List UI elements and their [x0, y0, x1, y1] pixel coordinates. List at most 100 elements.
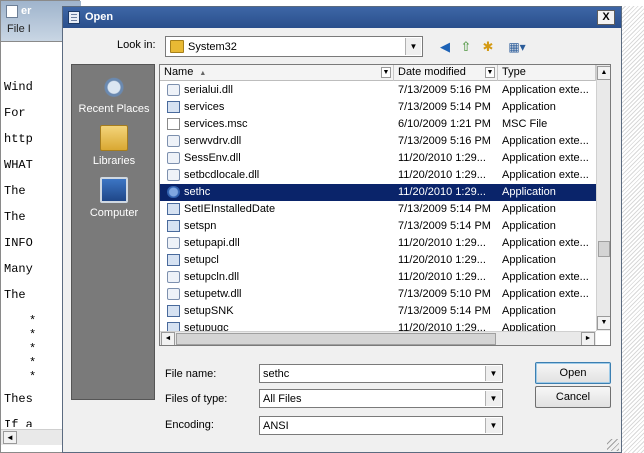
file-type: Application exte... [502, 288, 589, 300]
file-name: setupapi.dll [184, 237, 240, 249]
application-icon [167, 305, 180, 317]
file-row[interactable]: SetIEInstalledDate 7/13/2009 5:14 PM Appli… [160, 201, 596, 218]
file-row[interactable]: services.msc 6/10/2009 1:21 PM MSC File [160, 116, 596, 133]
place-libraries[interactable]: Libraries [72, 123, 156, 173]
text-line: Thes [4, 392, 33, 406]
application-icon [167, 203, 180, 215]
dll-file-icon [167, 237, 180, 249]
file-date-modified: 7/13/2009 5:16 PM [398, 84, 491, 96]
look-in-value: System32 [188, 41, 237, 53]
file-name: setupcln.dll [184, 271, 240, 283]
file-row[interactable]: serialui.dll 7/13/2009 5:16 PM Application… [160, 82, 596, 99]
encoding-dropdown[interactable]: ANSI ▼ [259, 416, 503, 435]
file-row[interactable]: setupcln.dll 11/20/2010 1:29... Applicatio… [160, 269, 596, 286]
file-date-modified: 7/13/2009 5:14 PM [398, 220, 491, 232]
text-line: Many [4, 262, 33, 276]
file-type: MSC File [502, 118, 548, 130]
text-line: WHAT [4, 158, 33, 172]
text-line: * [29, 356, 37, 370]
file-row[interactable]: setupcl 11/20/2010 1:29... Application [160, 252, 596, 269]
application-icon [167, 101, 180, 113]
file-date-modified: 11/20/2010 1:29... [398, 237, 486, 249]
scroll-left-arrow-icon[interactable]: ◄ [161, 332, 175, 345]
cancel-button[interactable]: Cancel [535, 386, 611, 408]
up-folder-icon[interactable]: ⇧ [456, 37, 476, 57]
column-header-name[interactable]: Name ▲ ▼ [160, 65, 394, 81]
file-row[interactable]: setupSNK 7/13/2009 5:14 PM Application [160, 303, 596, 320]
file-row[interactable]: setupetw.dll 7/13/2009 5:10 PM Application… [160, 286, 596, 303]
files-of-type-dropdown[interactable]: All Files ▼ [259, 389, 503, 408]
scroll-right-arrow-icon[interactable]: ► [581, 332, 595, 345]
views-menu-icon[interactable]: ▦▾ [503, 37, 531, 57]
scroll-left-arrow-icon[interactable]: ◄ [3, 431, 17, 444]
file-date-modified: 11/20/2010 1:29... [398, 271, 486, 283]
column-type-label: Type [502, 66, 526, 78]
scroll-thumb[interactable] [176, 333, 496, 345]
column-header-date[interactable]: Date modified ▼ [394, 65, 498, 81]
open-file-dialog: Open X Look in: System32 ▼ ◀ ⇧ ✱ ▦▾ Rece… [62, 6, 622, 453]
file-name: setupSNK [184, 305, 234, 317]
scroll-up-arrow-icon[interactable]: ▲ [597, 66, 610, 80]
file-row[interactable]: setbcdlocale.dll 11/20/2010 1:29... Applic… [160, 167, 596, 184]
place-computer[interactable]: Computer [72, 175, 156, 225]
open-button[interactable]: Open [535, 362, 611, 384]
file-date-modified: 7/13/2009 5:10 PM [398, 288, 491, 300]
background-window-title: er [21, 5, 32, 17]
file-row[interactable]: serwvdrv.dll 7/13/2009 5:16 PM Application… [160, 133, 596, 150]
chevron-down-icon[interactable]: ▼ [381, 67, 391, 78]
scroll-down-arrow-icon[interactable]: ▼ [597, 316, 610, 330]
file-date-modified: 6/10/2009 1:21 PM [398, 118, 491, 130]
file-date-modified: 11/20/2010 1:29... [398, 254, 486, 266]
file-name: SessEnv.dll [184, 152, 241, 164]
file-type: Application [502, 220, 556, 232]
file-row[interactable]: setspn 7/13/2009 5:14 PM Application [160, 218, 596, 235]
file-list[interactable]: Name ▲ ▼ Date modified ▼ Type serialui.dl… [159, 64, 611, 346]
file-row[interactable]: services 7/13/2009 5:14 PM Application [160, 99, 596, 116]
chevron-down-icon[interactable]: ▼ [405, 38, 421, 55]
file-type: Application exte... [502, 84, 589, 96]
files-of-type-value: All Files [263, 393, 302, 405]
background-shading [622, 6, 644, 453]
file-type: Application [502, 101, 556, 113]
chevron-down-icon[interactable]: ▼ [485, 366, 501, 381]
dialog-title: Open [85, 11, 114, 23]
place-recent-places[interactable]: Recent Places [72, 71, 156, 121]
column-header-type[interactable]: Type [498, 65, 596, 81]
file-row[interactable]: sethc 11/20/2010 1:29... Application [160, 184, 596, 201]
dialog-title-bar[interactable]: Open X [63, 7, 621, 28]
new-folder-icon[interactable]: ✱ [478, 37, 498, 57]
background-menu-bar[interactable]: File I [7, 23, 31, 35]
encoding-label: Encoding: [165, 419, 214, 431]
text-line: For [4, 106, 26, 120]
chevron-down-icon[interactable]: ▼ [485, 418, 501, 433]
file-type: Application exte... [502, 135, 589, 147]
file-name: serwvdrv.dll [184, 135, 242, 147]
scroll-thumb[interactable] [598, 241, 610, 257]
file-name: SetIEInstalledDate [184, 203, 276, 215]
file-type: Application [502, 203, 556, 215]
document-file-icon [167, 118, 180, 130]
dll-file-icon [167, 271, 180, 283]
file-date-modified: 7/13/2009 5:16 PM [398, 135, 491, 147]
text-line: Wind [4, 80, 33, 94]
vertical-scrollbar[interactable]: ▲ ▼ [596, 65, 610, 331]
chevron-down-icon[interactable]: ▼ [485, 67, 495, 78]
file-row[interactable]: setupapi.dll 11/20/2010 1:29... Applicatio… [160, 235, 596, 252]
file-name: services [184, 101, 225, 113]
file-name-value: sethc [263, 368, 290, 380]
look-in-dropdown[interactable]: System32 ▼ [165, 36, 423, 57]
text-line: The [4, 288, 26, 302]
close-button[interactable]: X [597, 10, 615, 25]
horizontal-scrollbar[interactable]: ◄ ► [160, 331, 596, 345]
text-line: * [29, 342, 37, 356]
file-name-input[interactable]: sethc ▼ [259, 364, 503, 383]
file-type: Application [502, 305, 556, 317]
text-line: * [29, 328, 37, 342]
column-name-label: Name [164, 66, 194, 78]
back-icon[interactable]: ◀ [435, 37, 455, 57]
file-type: Application exte... [502, 152, 589, 164]
resize-grip-icon[interactable] [607, 439, 619, 451]
chevron-down-icon[interactable]: ▼ [485, 391, 501, 406]
file-row[interactable]: SessEnv.dll 11/20/2010 1:29... Application… [160, 150, 596, 167]
file-type: Application [502, 186, 556, 198]
